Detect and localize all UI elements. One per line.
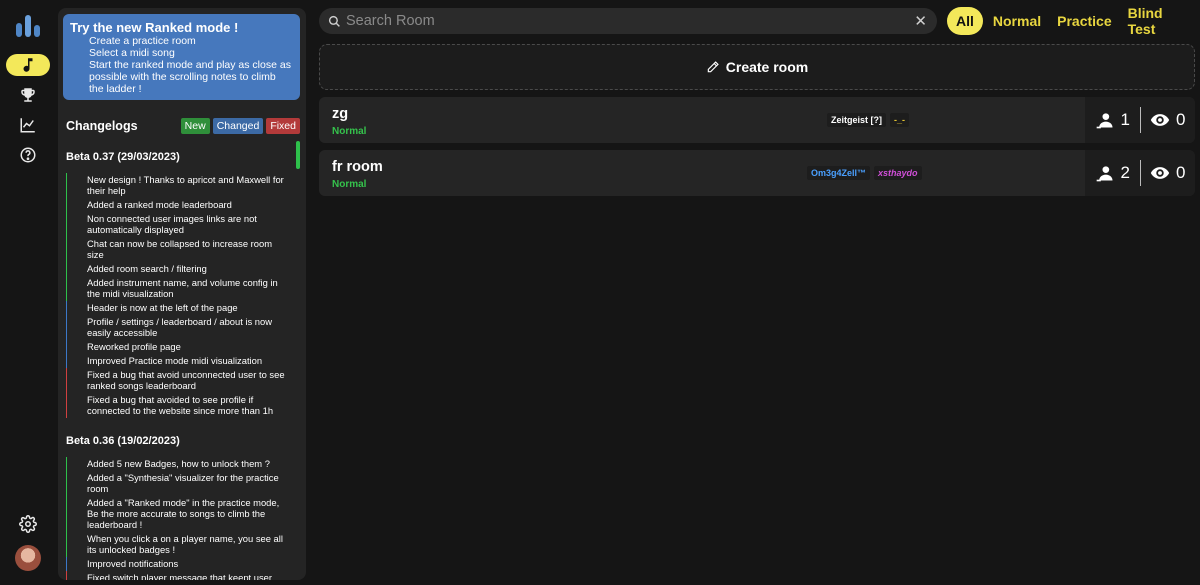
changelog-scrollbar[interactable] (296, 141, 300, 169)
room-row[interactable]: fr room Normal Om3g4Zell™ xsthaydo 2 0 (319, 150, 1195, 196)
trophy-icon[interactable] (6, 84, 50, 106)
filter-practice[interactable]: Practice (1049, 7, 1119, 35)
ranked-mode-promo: Try the new Ranked mode ! Create a pract… (63, 14, 300, 100)
room-name: fr room (332, 159, 383, 175)
person-icon (1096, 166, 1113, 182)
search-bar: ✕ (319, 8, 937, 34)
changelog-panel: Try the new Ranked mode ! Create a pract… (58, 8, 306, 580)
spectator-count: 0 (1140, 110, 1195, 130)
changelog-entry: Fixed a bug that avoided to see profile … (66, 393, 306, 418)
room-stats: 2 0 (1085, 150, 1195, 196)
tag-changed: Changed (212, 118, 264, 134)
changelog-entry: Header is now at the left of the page (66, 301, 306, 315)
close-icon[interactable]: ✕ (914, 14, 927, 29)
filter-all[interactable]: All (947, 7, 983, 35)
promo-list: Create a practice room Select a midi son… (70, 35, 292, 95)
changelog-version-title: Beta 0.36 (19/02/2023) (66, 435, 180, 447)
promo-title: Try the new Ranked mode ! (70, 20, 239, 35)
changelog-entry: Chat can now be collapsed to increase ro… (66, 237, 306, 262)
chart-icon[interactable] (6, 114, 50, 136)
player-count-value: 2 (1120, 163, 1130, 182)
room-row[interactable]: zg Normal Zeitgeist [?] -_- 1 0 (319, 97, 1195, 143)
filter-blind-test[interactable]: Blind Test (1120, 5, 1200, 37)
icon-rail (0, 0, 56, 585)
promo-line: Start the ranked mode and play as close … (89, 59, 291, 95)
changelog-entry: Non connected user images links are not … (66, 212, 306, 237)
player-badge[interactable]: Om3g4Zell™ (807, 166, 871, 180)
changelog-entry: New design ! Thanks to apricot and Maxwe… (66, 173, 306, 198)
changelog-entry: Fixed a bug that avoid unconnected user … (66, 368, 306, 393)
changelog-entry-list: Added 5 new Badges, how to unlock them ?… (66, 457, 306, 580)
changelog-entry: Reworked profile page (66, 340, 306, 354)
pencil-icon (707, 61, 719, 73)
spectator-count-value: 0 (1176, 163, 1186, 182)
room-mode: Normal (332, 179, 367, 190)
room-stats: 1 0 (1085, 97, 1195, 143)
changelog-entry: Added a ranked mode leaderboard (66, 198, 306, 212)
gear-icon[interactable] (6, 513, 50, 535)
search-icon (328, 15, 340, 27)
help-icon[interactable] (6, 144, 50, 166)
changelog-entry: Improved Practice mode midi visualizatio… (66, 354, 306, 368)
tag-fixed: Fixed (266, 118, 300, 134)
changelog-entry: Added room search / filtering (66, 262, 306, 276)
avatar[interactable] (15, 545, 41, 571)
changelog-entry-list: New design ! Thanks to apricot and Maxwe… (66, 173, 306, 418)
eye-icon (1150, 114, 1170, 126)
changelog-entry: Profile / settings / leaderboard / about… (66, 315, 306, 340)
spectator-count-value: 0 (1176, 110, 1186, 129)
player-badge[interactable]: Zeitgeist [?] (827, 113, 886, 127)
filter-normal[interactable]: Normal (985, 7, 1049, 35)
changelog-title: Changelogs (66, 119, 138, 133)
room-players: Zeitgeist [?] -_- (827, 113, 909, 127)
changelog-versions: Beta 0.37 (29/03/2023) New design ! Thank… (58, 151, 306, 580)
changelog-entry: Fixed switch player message that keept u… (66, 571, 306, 580)
room-filters: All Normal Practice Blind Test (947, 5, 1200, 37)
promo-line: Select a midi song (89, 47, 175, 59)
player-count-value: 1 (1120, 110, 1130, 129)
changelog-header: Changelogs New Changed Fixed (58, 100, 306, 134)
music-icon[interactable] (6, 54, 50, 76)
changelog-entry: Added 5 new Badges, how to unlock them ? (66, 457, 306, 471)
player-badge[interactable]: -_- (890, 113, 909, 127)
room-mode: Normal (332, 126, 367, 137)
create-room-button[interactable]: Create room (319, 44, 1195, 90)
eye-icon (1150, 167, 1170, 179)
player-badge[interactable]: xsthaydo (874, 166, 922, 180)
person-icon (1096, 113, 1113, 129)
player-count: 2 (1085, 163, 1140, 183)
changelog-entry: When you click a on a player name, you s… (66, 532, 306, 557)
changelog-entry: Added instrument name, and volume config… (66, 276, 306, 301)
changelog-entry: Improved notifications (66, 557, 306, 571)
changelog-entry: Added a "Ranked mode" in the practice mo… (66, 496, 306, 532)
player-count: 1 (1085, 110, 1140, 130)
changelog-entry: Added a "Synthesia" visualizer for the p… (66, 471, 306, 496)
promo-line: Create a practice room (89, 35, 196, 47)
app-logo[interactable] (13, 12, 43, 42)
spectator-count: 0 (1140, 163, 1195, 183)
changelog-version-title: Beta 0.37 (29/03/2023) (66, 151, 180, 163)
tag-new: New (180, 118, 210, 134)
search-input[interactable] (341, 13, 915, 29)
create-room-label: Create room (725, 59, 809, 75)
room-name: zg (332, 106, 349, 122)
room-players: Om3g4Zell™ xsthaydo (807, 166, 922, 180)
